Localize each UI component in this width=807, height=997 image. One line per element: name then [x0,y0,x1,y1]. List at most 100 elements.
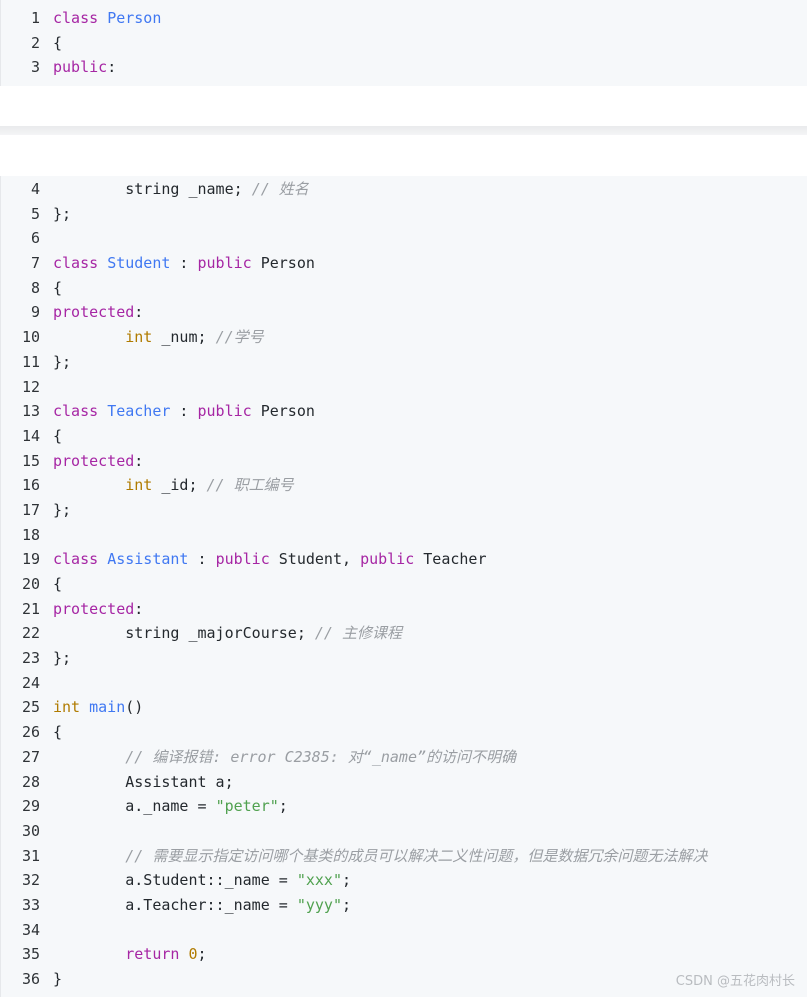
line-number: 5 [30,204,40,223]
line-number: 16 [21,476,40,495]
code-block-top: 1 class Person 2{ 3 public: [0,0,807,86]
code-token: : [170,254,198,273]
code-token: Person [251,402,315,421]
line-number: 13 [21,402,40,421]
line-number: 10 [21,328,40,347]
line-number: 24 [21,673,40,692]
code-token: { [53,426,63,445]
code-token: { [53,575,63,593]
code-token: main [89,698,126,717]
code-token: class [53,550,99,569]
code-token: "yyy" [296,895,342,914]
code-token: a._name = [53,797,216,816]
line-number: 33 [21,895,40,914]
code-token: }; [53,204,72,223]
code-line: 8{ [1,276,807,301]
code-line: 22 string _majorCourse; // 主修课程 [1,621,807,646]
code-line: 29 a._name = "peter"; [1,794,807,819]
code-token: // 需要显示指定访问哪个基类的成员可以解决二义性问题，但是数据冗余问题无法解决 [125,846,708,865]
code-line: 16 int _id; // 职工编号 [1,473,807,498]
code-token: public [53,58,108,77]
code-token: ; [278,797,288,816]
code-token: { [53,33,63,52]
line-number: 28 [21,772,40,791]
line-number: 32 [21,871,40,890]
code-token: _id; [152,476,207,495]
code-token: Student, [269,550,361,569]
code-token: : [188,550,216,569]
line-number: 26 [21,723,40,742]
code-token: }; [53,649,72,668]
code-line: 9 protected: [1,300,807,325]
line-number: 21 [21,599,40,618]
code-token: : [134,599,144,618]
code-token: protected [53,599,135,618]
code-line: 14 { [1,424,807,449]
code-token: }; [53,500,72,519]
code-line: 20 { [1,572,807,597]
code-line: 10 int _num; //学号 [1,325,807,350]
code-token: Assistant a; [53,772,234,791]
code-line: 33 a.Teacher::_name = "yyy"; [1,893,807,918]
code-token: }; [53,352,72,371]
code-token: class [53,402,99,421]
line-number: 22 [21,624,40,643]
line-number: 31 [21,846,40,865]
code-token: : [107,58,117,77]
code-token: Person [107,9,162,27]
code-line: 24 [1,671,807,696]
line-number: 8 [30,278,40,297]
code-token: return [125,945,180,964]
code-token: int [53,698,81,717]
code-token: { [53,723,63,742]
code-token: () [125,698,144,717]
line-number: 4 [30,180,40,198]
code-line: 2{ [1,31,807,56]
line-number: 9 [30,303,40,322]
code-token: // 职工编号 [206,476,294,495]
line-number: 27 [21,747,40,766]
code-line: 13 class Teacher : public Person [1,399,807,424]
code-line: 25 int main() [1,695,807,720]
section-divider [0,126,807,135]
code-token: Teacher [414,550,487,569]
code-line: 7 class Student : public Person [1,251,807,276]
code-block-bottom: 4 string _name; // 姓名 5}; 6 7 class Student … [0,176,807,997]
code-token: class [53,254,99,273]
code-line: 11}; [1,350,807,375]
line-number: 19 [21,550,40,569]
code-line: 28 Assistant a; [1,770,807,795]
code-token: int [125,328,153,347]
code-line: 27 // 编译报错: error C2385: 对“_name”的访问不明确 [1,745,807,770]
line-number: 36 [21,970,40,988]
code-line: 31 // 需要显示指定访问哪个基类的成员可以解决二义性问题，但是数据冗余问题无… [1,844,807,869]
line-number: 14 [21,426,40,445]
code-token: protected [53,451,135,470]
code-line: 17}; [1,498,807,523]
code-line: 1 class Person [1,6,807,31]
line-number: 3 [30,58,40,77]
code-token: // 编译报错: error C2385: 对“_name”的访问不明确 [125,747,517,766]
code-token: : [134,303,144,322]
line-number: 12 [21,377,40,396]
line-number: 18 [21,525,40,544]
line-number: 29 [21,797,40,816]
code-token: a.Student::_name = [53,871,297,890]
code-token: class [53,9,99,27]
code-line: 35 return 0; [1,942,807,967]
code-token: Person [251,254,315,273]
line-number: 7 [30,254,40,273]
code-token: //学号 [215,328,264,347]
code-line: 19 class Assistant : public Student, publ… [1,547,807,572]
code-line: 32 a.Student::_name = "xxx"; [1,868,807,893]
